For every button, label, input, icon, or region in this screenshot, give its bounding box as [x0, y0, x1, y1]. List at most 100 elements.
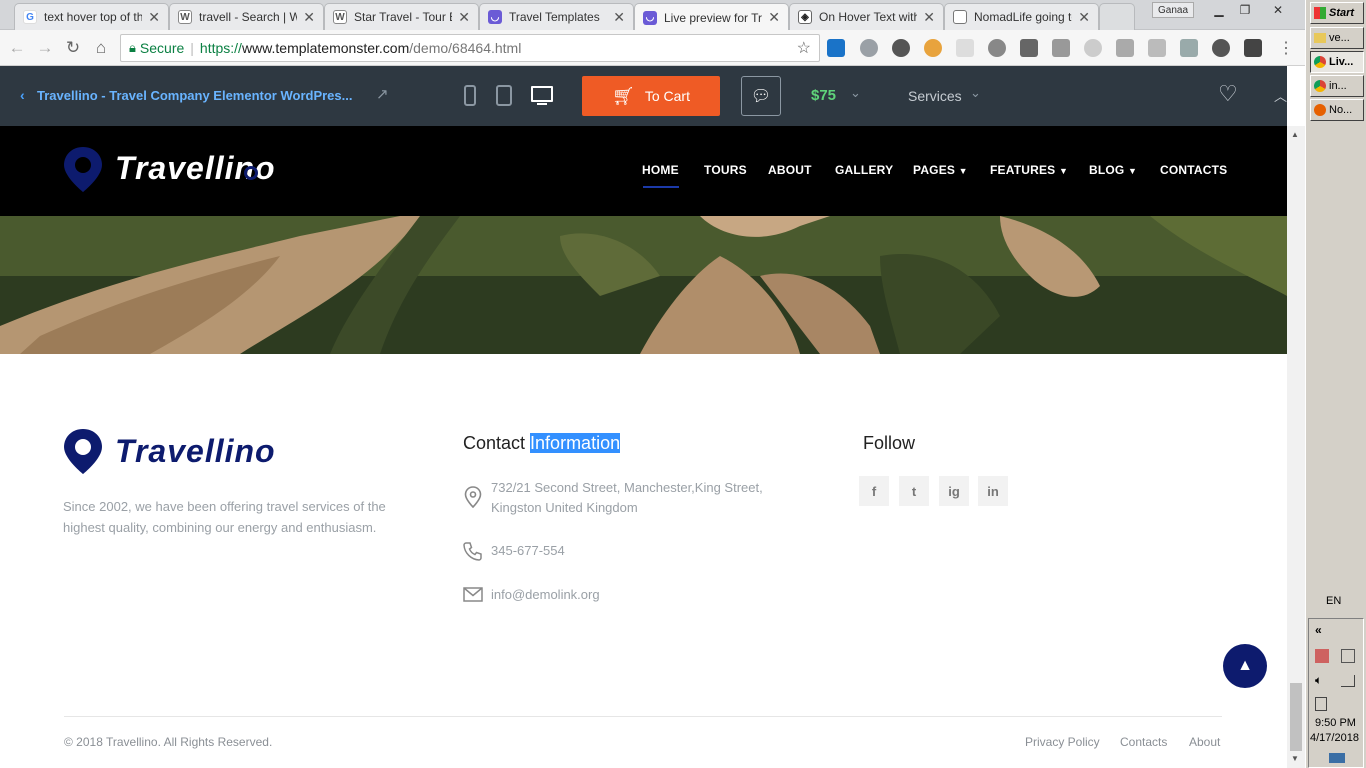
nav-about[interactable]: ABOUT — [768, 163, 812, 177]
forward-icon[interactable]: → — [34, 37, 56, 59]
nav-features[interactable]: FEATURES ▼ — [990, 163, 1068, 177]
browser-tab[interactable]: W travell - Search | W ✕ — [169, 3, 324, 30]
taskbar-item[interactable]: ve... — [1310, 27, 1364, 49]
scroll-down-arrow-icon[interactable]: ▼ — [1291, 754, 1299, 763]
extension-icon[interactable] — [1020, 39, 1038, 57]
footer-link-about[interactable]: About — [1189, 735, 1220, 749]
reload-icon[interactable]: ↻ — [62, 37, 84, 59]
browser-tab[interactable]: ◡ Travel Templates ✕ — [479, 3, 634, 30]
extension-icon[interactable] — [988, 39, 1006, 57]
instagram-icon[interactable]: ig — [939, 476, 969, 506]
nav-pages[interactable]: PAGES ▼ — [913, 163, 968, 177]
browser-tab[interactable]: NomadLife going to ✕ — [944, 3, 1099, 30]
tab-title: Travel Templates — [509, 10, 600, 24]
extension-icon[interactable] — [1244, 39, 1262, 57]
scroll-to-top-button[interactable]: ▲ — [1223, 644, 1267, 688]
close-window-icon[interactable]: ✕ — [1258, 0, 1298, 20]
taskbar-item[interactable]: in... — [1310, 75, 1364, 97]
close-tab-icon[interactable]: ✕ — [613, 9, 625, 26]
signal-icon[interactable] — [1341, 675, 1355, 687]
nav-tours[interactable]: TOURS — [704, 163, 747, 177]
start-button[interactable]: Start — [1310, 2, 1364, 24]
volume-icon[interactable]: 🔈︎ — [1315, 673, 1322, 688]
profile-badge[interactable]: Ganaa — [1152, 2, 1194, 18]
location-pin-icon — [464, 486, 482, 509]
close-tab-icon[interactable]: ✕ — [923, 9, 935, 26]
extension-icon[interactable] — [1116, 39, 1134, 57]
twitter-icon[interactable]: t — [899, 476, 929, 506]
minimize-icon[interactable]: ▁ — [1206, 0, 1232, 20]
tray-expand-icon[interactable]: « — [1315, 623, 1322, 637]
page-scrollbar[interactable]: ▲ ▼ — [1287, 126, 1305, 768]
extension-icon[interactable] — [860, 39, 878, 57]
extension-icon[interactable] — [1052, 39, 1070, 57]
new-tab-button[interactable] — [1099, 3, 1135, 30]
restore-icon[interactable]: ❐ — [1232, 0, 1258, 20]
map-pin-logo-icon — [64, 429, 102, 474]
chevron-down-icon[interactable]: ⌄ — [970, 85, 981, 101]
contact-heading: Contact Information — [463, 433, 621, 454]
extension-icon[interactable] — [1084, 39, 1102, 57]
phone-number[interactable]: 345-677-554 — [491, 540, 565, 561]
address-bar[interactable]: 🔒︎ Secure | https:// www.templatemonster… — [120, 34, 820, 62]
close-tab-icon[interactable]: ✕ — [768, 9, 780, 26]
extension-icon[interactable] — [1180, 39, 1198, 57]
footer-link-privacy[interactable]: Privacy Policy — [1025, 735, 1100, 749]
extension-icon[interactable] — [1148, 39, 1166, 57]
network-alert-icon[interactable] — [1315, 649, 1329, 663]
extension-icon[interactable] — [827, 39, 845, 57]
scrollbar-thumb[interactable] — [1290, 683, 1302, 751]
email-link[interactable]: info@demolink.org — [491, 584, 600, 605]
external-link-icon[interactable]: ↗ — [376, 85, 389, 103]
nav-blog[interactable]: BLOG ▼ — [1089, 163, 1137, 177]
desktop-view-icon[interactable] — [531, 86, 553, 102]
close-tab-icon[interactable]: ✕ — [458, 9, 470, 26]
nav-home[interactable]: HOME — [642, 163, 679, 177]
extension-icon[interactable] — [956, 39, 974, 57]
taskbar-item[interactable]: No... — [1310, 99, 1364, 121]
nav-gallery[interactable]: GALLERY — [835, 163, 893, 177]
scroll-up-arrow-icon[interactable]: ▲ — [1291, 130, 1299, 139]
chat-icon[interactable]: 💬︎ — [741, 76, 781, 116]
browser-tab[interactable]: W Star Travel - Tour E ✕ — [324, 3, 479, 30]
close-tab-icon[interactable]: ✕ — [1078, 9, 1090, 26]
device-icon[interactable] — [1315, 697, 1327, 711]
facebook-icon[interactable]: f — [859, 476, 889, 506]
browser-tab-active[interactable]: ◡ Live preview for Tr ✕ — [634, 3, 789, 31]
bookmark-star-icon[interactable]: ☆ — [797, 38, 811, 58]
clock-time[interactable]: 9:50 PM — [1315, 717, 1356, 729]
menu-icon[interactable]: ⋮ — [1275, 37, 1297, 59]
taskbar-item-active[interactable]: Liv... — [1310, 51, 1364, 73]
linkedin-icon[interactable]: in — [978, 476, 1008, 506]
clock-date[interactable]: 4/17/2018 — [1310, 732, 1359, 744]
close-tab-icon[interactable]: ✕ — [303, 9, 315, 26]
nav-contacts[interactable]: CONTACTS — [1160, 163, 1227, 177]
extension-icon[interactable] — [1212, 39, 1230, 57]
close-tab-icon[interactable]: ✕ — [148, 9, 160, 26]
windows-taskbar: Start ve... Liv... in... No... EN « 🔈︎ 9… — [1305, 0, 1366, 768]
extension-icon[interactable] — [924, 39, 942, 57]
show-desktop-icon[interactable] — [1329, 753, 1345, 763]
mobile-view-icon[interactable] — [464, 85, 476, 106]
language-indicator[interactable]: EN — [1326, 595, 1341, 607]
nav-features-label: FEATURES — [990, 163, 1056, 177]
chevron-down-icon[interactable]: ⌄ — [850, 85, 861, 101]
product-title-link[interactable]: Travellino - Travel Company Elementor Wo… — [37, 88, 352, 103]
back-chevron-icon[interactable]: ‹ — [20, 87, 25, 103]
price-label[interactable]: $75 — [811, 87, 836, 104]
extension-icon[interactable] — [892, 39, 910, 57]
to-cart-button[interactable]: 🛒︎ To Cart — [582, 76, 720, 116]
home-icon[interactable]: ⌂ — [90, 37, 112, 59]
nav-pages-label: PAGES — [913, 163, 956, 177]
browser-tab[interactable]: ◈ On Hover Text with ✕ — [789, 3, 944, 30]
tablet-view-icon[interactable] — [496, 85, 512, 106]
dropbox-icon[interactable] — [1341, 649, 1355, 663]
collapse-chevron-icon[interactable]: ︿ — [1274, 86, 1287, 105]
back-icon[interactable]: ← — [6, 37, 28, 59]
footer-link-contacts[interactable]: Contacts — [1120, 735, 1167, 749]
services-dropdown[interactable]: Services — [908, 88, 962, 104]
heart-icon[interactable]: ♡ — [1218, 81, 1238, 107]
caret-down-icon: ▼ — [1058, 166, 1069, 176]
browser-tab[interactable]: G text hover top of th ✕ — [14, 3, 169, 30]
footer-logo-text[interactable]: Travellino — [115, 433, 276, 470]
